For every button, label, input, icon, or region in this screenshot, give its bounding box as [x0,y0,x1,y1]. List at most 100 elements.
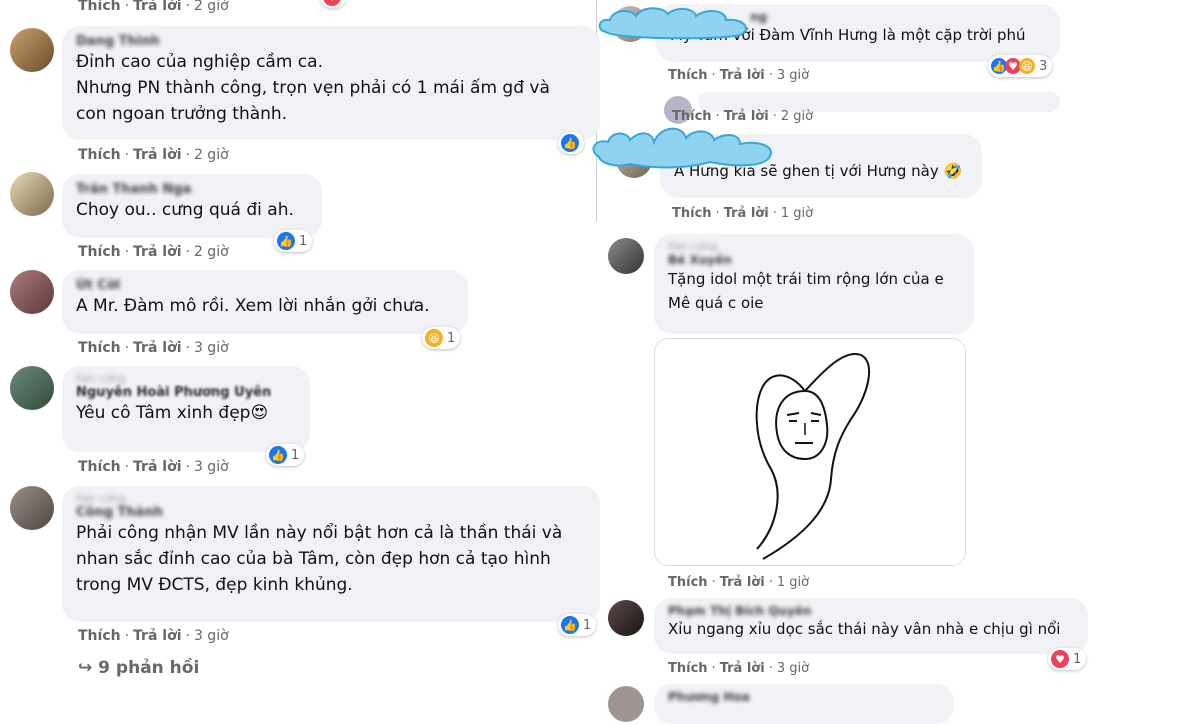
reaction-summary[interactable]: 👍 ♥ 😆 3 [988,55,1053,77]
comment-time[interactable]: 1 giờ [777,575,809,590]
comment-time[interactable]: 3 giờ [194,628,229,644]
comment-actions: Thích · Trả lời · 3 giờ [668,661,810,676]
reply-link[interactable]: Trả lời [720,661,765,676]
comment-actions: Thích · Trả lời · 1 giờ [672,206,814,221]
like-link[interactable]: Thích [672,206,712,221]
reply-link[interactable]: Trả lời [133,147,181,163]
reaction-count: 1 [291,447,300,463]
like-reaction-icon: 👍 [561,616,579,634]
view-replies-link[interactable]: ↪ 9 phản hồi [78,658,199,678]
reply-link[interactable]: Trả lời [133,244,181,260]
comment-actions: Thích · Trả lời · 3 giờ [78,628,229,644]
reply-link[interactable]: Trả lời [133,0,181,14]
reaction-count: 1 [299,233,308,249]
comment-time[interactable]: 3 giờ [194,459,229,475]
avatar[interactable] [10,486,54,530]
reaction-count: 1 [1073,651,1082,667]
reaction-summary[interactable]: 😆 1 [422,327,461,349]
reaction-count: 1 [583,617,592,633]
comment-actions: Thích · Trả lời · 3 giờ [78,459,229,475]
comment-time[interactable]: 1 giờ [781,206,813,221]
comment-bubble: Dang Thinh Đỉnh cao của nghiệp cầm ca. N… [62,26,600,140]
left-comment-column: Thích·Trả lời·2 giờ ♥ Dang Thinh Đỉnh ca… [0,0,600,700]
avatar[interactable] [608,238,644,274]
comment-bubble: Phương Hoa [654,684,954,724]
fan-badge: Fan cứng [668,240,718,253]
redaction-cloud-icon [592,127,773,169]
comment-text: Tặng idol một trái tim rộng lớn của e Mê… [668,270,944,312]
comment-bubble: Fan cứng Bé Xuyến Tặng idol một trái tim… [654,234,974,334]
fan-badge: Fan cứng [76,492,126,505]
reaction-summary[interactable]: ♥ 1 [1048,648,1087,670]
reply-link[interactable]: Trả lời [133,340,181,356]
comment-actions: Thích · Trả lời · 3 giờ [78,340,229,356]
reply-link[interactable]: Trả lời [133,628,181,644]
avatar[interactable] [608,686,644,722]
comment-author[interactable]: Bé Xuyến [668,253,960,267]
comment-text: Phải công nhận MV lần này nổi bật hơn cả… [76,523,563,595]
comment-time[interactable]: 3 giờ [777,661,809,676]
comment-author[interactable]: Phương Hoa [668,690,940,704]
reaction-summary[interactable]: 👍 1 [274,230,313,252]
comment-actions: Thích · Trả lời · 3 giờ [668,68,810,83]
reaction-count: 3 [1039,58,1048,74]
like-link[interactable]: Thích [668,68,708,83]
face-sketch-image [755,352,871,560]
like-link[interactable]: Thích [668,575,708,590]
reply-link[interactable]: Trả lời [724,206,769,221]
comment-text: Đỉnh cao của nghiệp cầm ca. Nhưng PN thà… [76,52,550,124]
like-link[interactable]: Thích [78,147,121,163]
comment-time[interactable]: 2 giờ [194,244,229,260]
love-reaction-icon: ♥ [1051,650,1069,668]
comment-bubble: Út Cời A Mr. Đàm mô rồi. Xem lời nhắn gở… [62,270,468,334]
like-link[interactable]: Thích [78,244,121,260]
reaction-summary[interactable]: 👍 [558,132,584,154]
reply-link[interactable]: Trả lời [720,68,765,83]
like-link[interactable]: Thích [668,661,708,676]
view-replies-label: 9 phản hồi [98,658,200,678]
like-reaction-icon: 👍 [269,446,287,464]
comment-author[interactable]: Nguyễn Hoài Phương Uyên [76,385,296,400]
comment-text: Choy ou.. cưng quá đi ah. [76,200,294,220]
avatar[interactable] [608,600,644,636]
reply-arrow-icon: ↪ [78,658,93,678]
comment-bubble: Fan cứng Nguyễn Hoài Phương Uyên Yêu cô … [62,366,310,452]
comment-author[interactable]: Trần Thanh Nga [76,182,308,197]
comment-time[interactable]: 2 giờ [194,147,229,163]
reply-link[interactable]: Trả lời [133,459,181,475]
comment-time[interactable]: 2 giờ [194,0,229,14]
comment-text: Xỉu ngang xỉu dọc sắc thái này vân nhà e… [668,620,1061,638]
comment-actions: Thích · Trả lời · 2 giờ [78,244,229,260]
reaction-summary[interactable]: 👍 1 [558,614,597,636]
redaction-cloud-icon [598,7,747,40]
haha-reaction-icon: 😆 [425,329,443,347]
comment-image[interactable] [654,338,966,566]
comment-author[interactable]: Dang Thinh [76,34,586,49]
like-link[interactable]: Thích [78,628,121,644]
comment-text: Yêu cô Tâm xinh đẹp😍 [76,403,269,423]
avatar[interactable] [10,366,54,410]
like-link[interactable]: Thích [78,459,121,475]
reaction-summary[interactable]: ♥ [320,0,346,8]
avatar[interactable] [10,270,54,314]
comment-author[interactable]: Út Cời [76,278,454,293]
comment-bubble: Phạm Thị Bích Quyên Xỉu ngang xỉu dọc sắ… [654,598,1088,654]
comment-time[interactable]: 3 giờ [777,68,809,83]
comment-bubble: Trần Thanh Nga Choy ou.. cưng quá đi ah. [62,174,322,238]
like-link[interactable]: Thích [78,340,121,356]
haha-reaction-icon: 😆 [1019,58,1035,74]
comment-time[interactable]: 3 giờ [194,340,229,356]
comment-author[interactable]: Công Thành [76,505,586,520]
right-comment-column: ng Mỹ Tâm với Đàm Vĩnh Hưng là một cặp t… [596,0,1200,724]
love-reaction-icon: ♥ [323,0,341,6]
reply-link[interactable]: Trả lời [720,575,765,590]
comment-author[interactable]: Phạm Thị Bích Quyên [668,604,1074,618]
like-reaction-icon: 👍 [277,232,295,250]
reaction-summary[interactable]: 👍 1 [266,444,305,466]
reaction-count: 1 [447,330,456,346]
comment-actions: Thích · Trả lời · 2 giờ [78,147,229,163]
like-link[interactable]: Thích [78,0,121,14]
avatar[interactable] [10,172,54,216]
avatar[interactable] [10,28,54,72]
comment-bubble: Fan cứng Công Thành Phải công nhận MV lầ… [62,486,600,622]
